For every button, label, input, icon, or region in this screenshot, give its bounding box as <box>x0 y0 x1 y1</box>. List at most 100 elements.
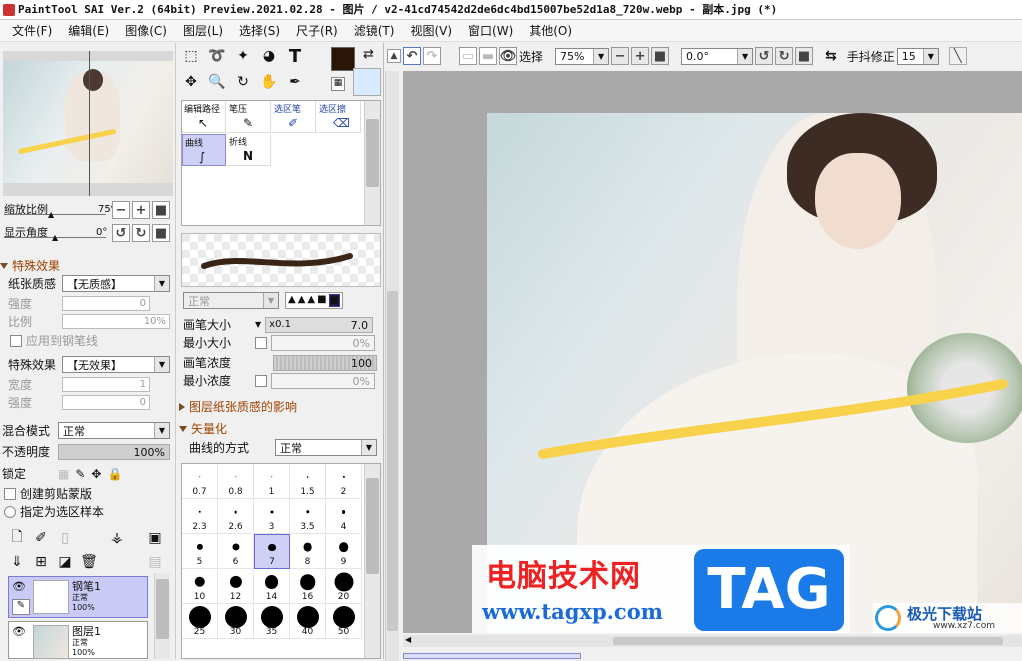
brush-mode-select[interactable]: 正常 ▼ <box>183 292 279 309</box>
visibility-eye-icon[interactable]: 👁 <box>12 625 26 638</box>
hand-icon[interactable]: ✋ <box>258 71 280 93</box>
shape-square-icon[interactable]: ■ <box>317 294 326 307</box>
brush-size-3[interactable]: 3 <box>254 499 290 534</box>
brush-size-40[interactable]: 40 <box>290 604 326 639</box>
lasso-icon[interactable]: ➰ <box>206 45 228 67</box>
angle-slider[interactable]: ▲ <box>4 233 106 242</box>
strength-field[interactable]: 0 <box>62 296 150 311</box>
collapse-icon[interactable] <box>0 262 8 269</box>
min-density-checkbox[interactable] <box>255 374 267 387</box>
brush-size-7[interactable]: 7 <box>254 534 290 569</box>
apply-pen-checkbox[interactable] <box>10 334 22 347</box>
brush-size-0.8[interactable]: 0.8 <box>218 464 254 499</box>
layer-extra-icon[interactable]: ▤ <box>144 551 166 573</box>
brush-size-4[interactable]: 4 <box>326 499 362 534</box>
brush-size-14[interactable]: 14 <box>254 569 290 604</box>
zoom-slider[interactable]: ▲ <box>4 210 106 219</box>
menu-view[interactable]: 视图(V) <box>402 20 460 42</box>
menu-file[interactable]: 文件(F) <box>4 20 60 42</box>
pen-tool-polyline[interactable]: 折线 N <box>227 134 271 166</box>
clip-mask-checkbox[interactable] <box>4 487 16 500</box>
collapse-toolbar-icon[interactable]: ▲ <box>387 49 401 63</box>
canvas-rotate-right-button[interactable]: ↻ <box>775 47 794 65</box>
brush-size-1.5[interactable]: 1.5 <box>290 464 326 499</box>
brush-size-30[interactable]: 30 <box>218 604 254 639</box>
invert-selection-icon[interactable]: ▬ <box>479 47 497 65</box>
stabilizer-select[interactable]: 15 ▼ <box>896 47 939 65</box>
canvas-rotate-reset-button[interactable]: ■ <box>795 47 814 65</box>
menu-edit[interactable]: 编辑(E) <box>60 20 117 42</box>
brush-size-0.7[interactable]: 0.7 <box>182 464 218 499</box>
brush-size-1[interactable]: 1 <box>254 464 290 499</box>
zoom-in-button[interactable]: + <box>132 201 150 219</box>
shape-triangle-icon[interactable]: ▲ <box>288 294 296 307</box>
flip-horizontal-icon[interactable]: ⇆ <box>825 48 837 64</box>
min-size-checkbox[interactable] <box>255 336 267 349</box>
menu-ruler[interactable]: 尺子(R) <box>288 20 346 42</box>
zoom-reset-button[interactable]: ■ <box>152 201 170 219</box>
rotate-reset-button[interactable]: ■ <box>152 224 170 242</box>
brush-size-20[interactable]: 20 <box>326 569 362 604</box>
effect-select[interactable]: 【无效果】 ▼ <box>62 356 170 373</box>
eyedropper-icon[interactable]: ✒ <box>284 71 306 93</box>
main-color-swatch[interactable] <box>331 47 355 71</box>
fill-bucket-icon[interactable]: ◕ <box>258 45 280 67</box>
layer-settings-icon[interactable]: ▣ <box>144 527 166 549</box>
paper-select[interactable]: 【无质感】 ▼ <box>62 275 170 292</box>
brush-size-50[interactable]: 50 <box>326 604 362 639</box>
brush-size-25[interactable]: 25 <box>182 604 218 639</box>
paper-effect-section[interactable]: 图层纸张质感的影响 <box>179 398 297 415</box>
shape-dome-icon[interactable]: ▲ <box>307 294 315 307</box>
canvas-rotate-left-button[interactable]: ↺ <box>755 47 774 65</box>
layer-item-pen1[interactable]: 👁 ✎ 钢笔1 正常 100% <box>8 576 148 618</box>
strength2-field[interactable]: 0 <box>62 395 150 410</box>
brush-size-5[interactable]: 5 <box>182 534 218 569</box>
swap-colors-icon[interactable]: ⇄ <box>363 47 374 62</box>
new-layer-icon[interactable]: 🗋 <box>6 527 28 549</box>
menu-image[interactable]: 图像(C) <box>117 20 175 42</box>
straight-line-icon[interactable]: ╲ <box>948 47 967 65</box>
document-tab[interactable] <box>403 653 581 659</box>
brush-size-8[interactable]: 8 <box>290 534 326 569</box>
rect-select-icon[interactable]: ⬚ <box>180 45 202 67</box>
selection-source-radio[interactable] <box>4 505 16 518</box>
menu-filter[interactable]: 滤镜(T) <box>346 20 403 42</box>
menu-window[interactable]: 窗口(W) <box>460 20 521 42</box>
pen-tool-pressure[interactable]: 笔压 ✎ <box>227 101 271 133</box>
navigator-thumbnail[interactable] <box>3 51 173 196</box>
menu-select[interactable]: 选择(S) <box>231 20 288 42</box>
pen-tool-selection-eraser[interactable]: 选区擦 ⌫ <box>317 101 361 133</box>
angle-select[interactable]: 0.0° ▼ <box>681 47 754 65</box>
rotate-right-button[interactable]: ↻ <box>132 224 150 242</box>
layer-scrollbar[interactable] <box>154 573 170 659</box>
min-size-slider[interactable]: 0% <box>271 334 375 351</box>
zoom-select[interactable]: 75% ▼ <box>555 47 610 65</box>
text-tool-icon[interactable]: T <box>284 45 306 67</box>
lock-pen-icon[interactable]: ✎ <box>75 467 85 481</box>
brush-size-16[interactable]: 16 <box>290 569 326 604</box>
brush-size-2[interactable]: 2 <box>326 464 362 499</box>
sub-color-swatch[interactable] <box>353 68 381 96</box>
clear-layer-icon[interactable]: ◪ <box>54 551 76 573</box>
size-mult-chevron-icon[interactable]: ▼ <box>255 320 261 329</box>
pen-tool-scrollbar[interactable] <box>364 101 380 225</box>
scroll-left-icon[interactable]: ◀ <box>405 635 411 644</box>
shape-cone-icon[interactable]: ▲ <box>298 294 306 307</box>
lock-move-icon[interactable]: ✥ <box>91 467 101 481</box>
canvas-zoom-out-button[interactable]: − <box>611 47 630 65</box>
brush-size-slider[interactable]: x0.1 7.0 <box>265 316 374 333</box>
visibility-eye-icon[interactable]: 👁 <box>12 580 26 593</box>
brush-shape-selector[interactable]: ▲ ▲ ▲ ■ ■ <box>285 292 344 309</box>
brush-size-6[interactable]: 6 <box>218 534 254 569</box>
canvas-zoom-in-button[interactable]: + <box>631 47 650 65</box>
blend-select[interactable]: 正常 ▼ <box>58 422 170 439</box>
brush-size-2.6[interactable]: 2.6 <box>218 499 254 534</box>
transfer-down-icon[interactable]: ⇓ <box>6 551 28 573</box>
redo-icon[interactable]: ↷ <box>423 47 441 65</box>
opacity-slider[interactable]: 100% <box>58 443 170 460</box>
brush-size-35[interactable]: 35 <box>254 604 290 639</box>
brush-density-slider[interactable]: 100 <box>273 354 377 371</box>
lock-transparency-icon[interactable]: ▦ <box>58 467 69 481</box>
brush-grid-scrollbar[interactable] <box>364 464 380 658</box>
new-pen-layer-icon[interactable]: ✐ <box>30 527 52 549</box>
